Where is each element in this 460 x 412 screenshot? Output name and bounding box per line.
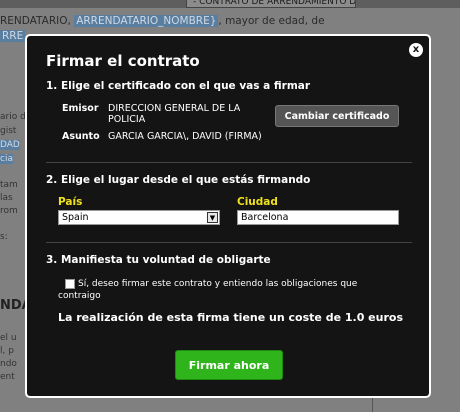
consent-label: Sí, deseo firmar este contrato y entiend… [58,279,358,301]
dialog-title: Firmar el contrato [46,52,200,70]
emisor-label: Emisor [62,103,99,114]
country-label: País [58,196,83,208]
background-highlight: cia [0,154,13,164]
background-text-line: RRE [0,30,26,42]
document-type-select: - CONTRATO DE ARRENDAMIENTO DE [186,0,356,8]
background-text: RENDATARIO, [0,15,71,27]
divider [46,242,412,243]
emisor-value: DIRECCION GENERAL DE LA POLICIA [108,103,241,125]
background-text: las [0,193,13,203]
consent-checkbox[interactable] [65,279,75,289]
step2-heading: 2. Elige el lugar desde el que estás fir… [46,174,311,186]
city-input[interactable]: Barcelona [237,210,399,225]
country-select-value: Spain [62,212,89,223]
step3-heading: 3. Manifiesta tu voluntad de obligarte [46,254,271,266]
sign-contract-dialog: x Firmar el contrato 1. Elige el certifi… [25,34,431,398]
sign-now-button[interactable]: Firmar ahora [175,350,283,380]
background-text: ario d [0,112,26,122]
asunto-value: GARCIA GARCIA\, DAVID (FIRMA) [108,131,262,142]
background-text: , mayor de edad, de [218,15,325,27]
background-highlight: DAD [0,140,20,150]
background-text: rom [0,206,18,216]
background-text: l, p [0,346,14,356]
city-label: Ciudad [237,196,278,208]
asunto-label: Asunto [62,131,100,142]
background-text-line: RENDATARIO, ARRENDATARIO_NOMBRE}, mayor … [0,15,460,27]
background-text: tam [0,180,18,190]
change-certificate-button[interactable]: Cambiar certificado [275,105,399,127]
background-text: ent [0,372,15,382]
step1-heading: 1. Elige el certificado con el que vas a… [46,80,311,92]
background-highlight: ARRENDATARIO_NOMBRE} [74,15,219,27]
background-text: s: [0,232,8,242]
cost-notice: La realización de esta firma tiene un co… [58,311,403,324]
background-text: gist [0,126,17,136]
country-select[interactable]: Spain ▼ [58,210,220,225]
divider [46,162,412,163]
chevron-down-icon[interactable]: ▼ [207,212,218,223]
background-text: ndo [0,359,17,369]
background-highlight: RRE [0,30,26,42]
background-text: el u [0,333,17,343]
close-icon[interactable]: x [409,43,423,57]
